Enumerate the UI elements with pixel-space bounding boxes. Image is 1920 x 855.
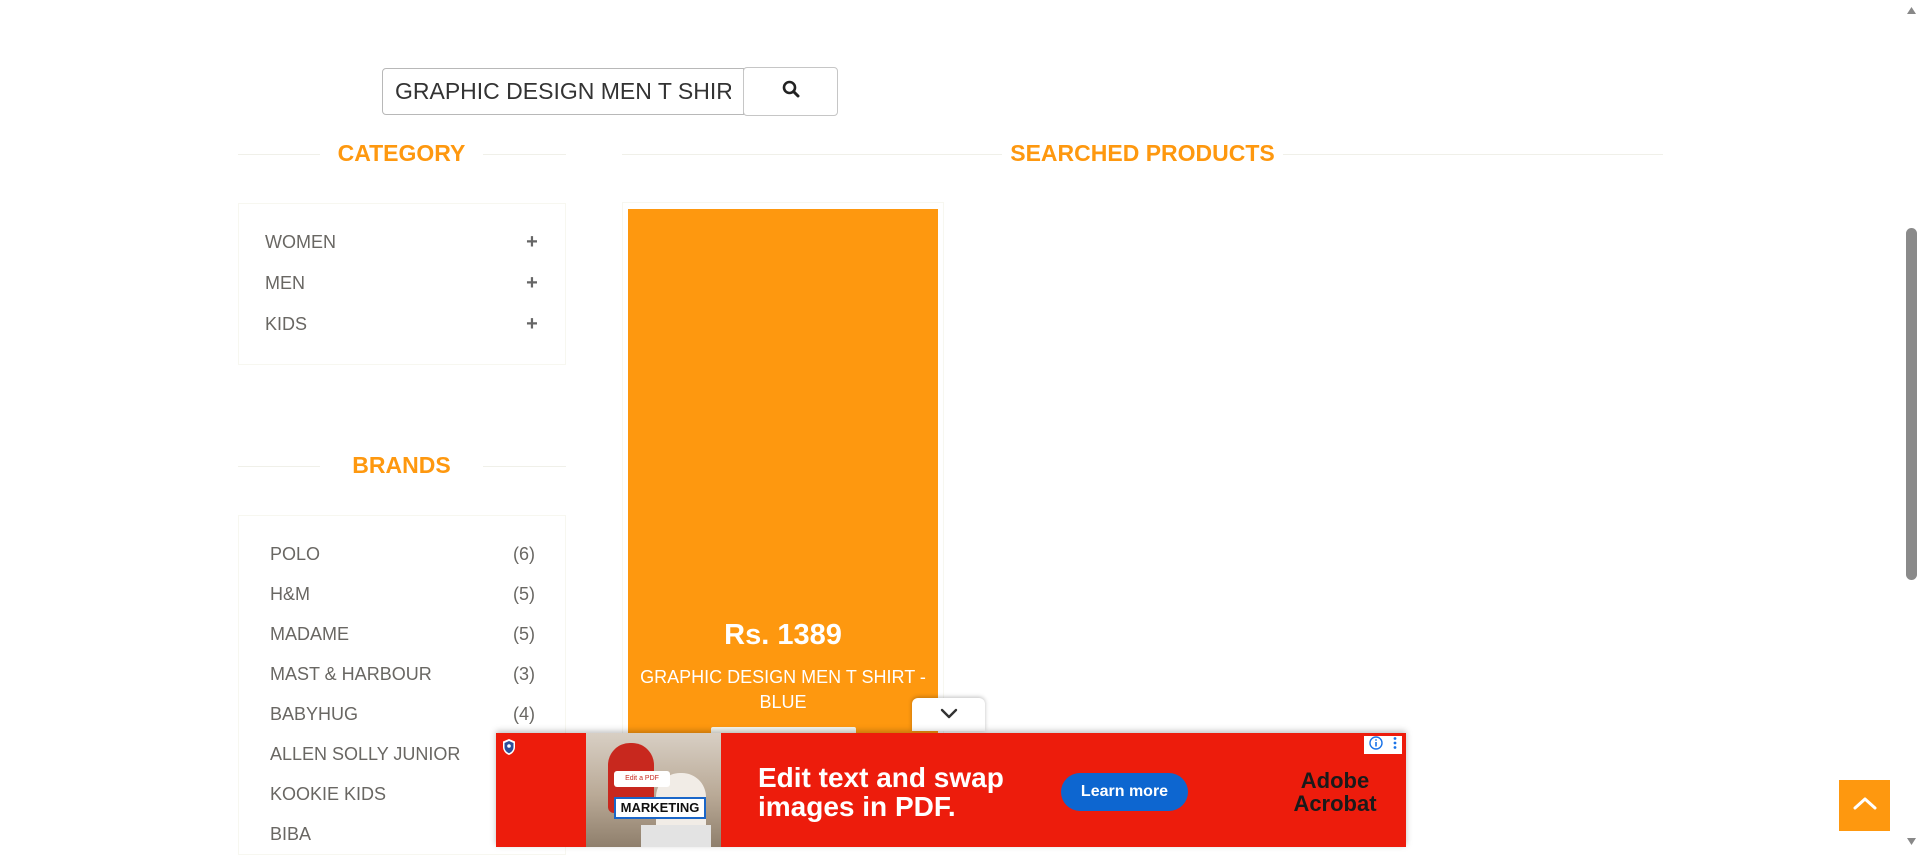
brands-title: BRANDS (352, 452, 451, 478)
product-overlay: Rs. 1389 GRAPHIC DESIGN MEN T SHIRT - BL… (628, 209, 938, 769)
brand-label: ALLEN SOLLY JUNIOR (270, 743, 461, 764)
plus-icon[interactable]: + (525, 231, 539, 254)
searched-products-title: SEARCHED PRODUCTS (1010, 140, 1275, 166)
title-divider (483, 154, 566, 155)
page: CATEGORY SEARCHED PRODUCTS WOMEN + MEN +… (0, 0, 1920, 855)
brand-label: KOOKIE KIDS (270, 783, 387, 804)
brand-count: (5) (513, 623, 535, 644)
brand-count: (6) (513, 543, 535, 564)
ad-photo: Edit a PDF MARKETING (586, 733, 721, 847)
category-item-kids[interactable]: KIDS + (265, 310, 539, 338)
brand-item-madame[interactable]: MADAME (5) (270, 620, 535, 648)
scroll-down-arrow-icon[interactable] (1906, 833, 1917, 845)
ad-photo-tag: MARKETING (614, 797, 706, 819)
title-divider (238, 466, 320, 467)
brand-label: MADAME (270, 623, 350, 644)
title-divider (1283, 154, 1663, 155)
search-button[interactable] (743, 67, 838, 116)
adchoices-shield-icon (501, 738, 517, 761)
search-input[interactable] (382, 68, 744, 115)
ad-headline: Edit text and swap images in PDF. (758, 762, 1004, 822)
category-item-women[interactable]: WOMEN + (265, 228, 539, 256)
brand-label: H&M (270, 583, 310, 604)
back-to-top-button[interactable] (1839, 780, 1890, 831)
scrollbar-thumb[interactable] (1906, 228, 1917, 580)
plus-icon[interactable]: + (525, 272, 539, 295)
more-options-icon[interactable] (1392, 736, 1398, 755)
brand-item-mast-harbour[interactable]: MAST & HARBOUR (3) (270, 660, 535, 688)
category-panel: WOMEN + MEN + KIDS + (238, 203, 566, 365)
ad-brand: Adobe Acrobat (1293, 768, 1377, 816)
product-name: GRAPHIC DESIGN MEN T SHIRT - BLUE (640, 667, 926, 712)
search-icon (782, 80, 800, 103)
ad-photo-tag-small: Edit a PDF (614, 771, 670, 787)
category-label: KIDS (265, 313, 308, 334)
brand-item-polo[interactable]: POLO (6) (270, 540, 535, 568)
product-card[interactable]: Rs. 1389 GRAPHIC DESIGN MEN T SHIRT - BL… (622, 202, 944, 769)
category-title: CATEGORY (337, 140, 466, 166)
brand-item-hm[interactable]: H&M (5) (270, 580, 535, 608)
ad-collapse-button[interactable] (912, 698, 985, 731)
brand-count: (4) (513, 703, 535, 724)
brand-label: MAST & HARBOUR (270, 663, 432, 684)
plus-icon[interactable]: + (525, 313, 539, 336)
product-price: Rs. 1389 (724, 619, 842, 651)
info-icon[interactable] (1368, 735, 1383, 755)
title-divider (238, 154, 320, 155)
brand-count: (3) (513, 663, 535, 684)
learn-more-button[interactable]: Learn more (1061, 773, 1188, 811)
ad-info-controls (1364, 735, 1402, 755)
brand-label: BIBA (270, 823, 312, 844)
title-divider (483, 466, 566, 467)
ad-banner[interactable]: Edit a PDF MARKETING Edit text and swap … (496, 733, 1406, 847)
brand-count: (5) (513, 583, 535, 604)
chevron-up-icon (1853, 796, 1877, 815)
category-item-men[interactable]: MEN + (265, 269, 539, 297)
category-label: MEN (265, 272, 305, 293)
brand-item-babyhug[interactable]: BABYHUG (4) (270, 700, 535, 728)
brand-label: BABYHUG (270, 703, 359, 724)
chevron-down-icon (940, 706, 958, 724)
category-label: WOMEN (265, 231, 336, 252)
scroll-up-arrow-icon[interactable] (1906, 3, 1917, 14)
brand-label: POLO (270, 543, 321, 564)
title-divider (622, 154, 1002, 155)
